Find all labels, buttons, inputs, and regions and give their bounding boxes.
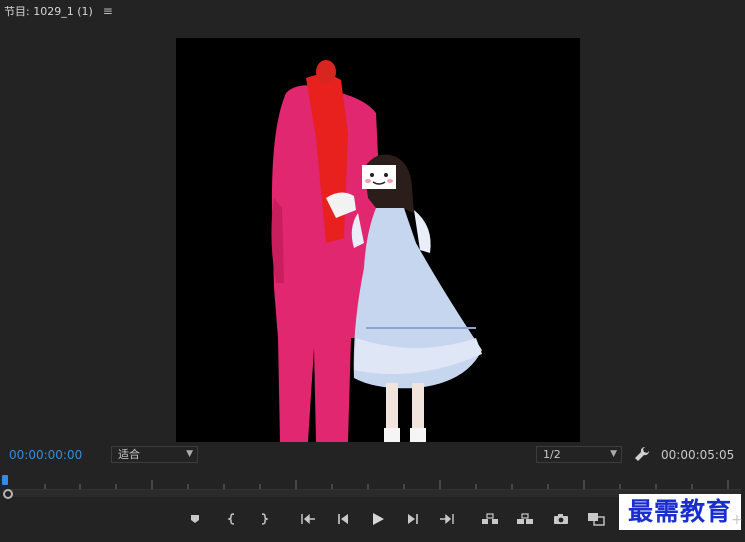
program-monitor-viewer[interactable] [176, 38, 580, 442]
panel-header: 节目: 1029_1 (1) ≡ [0, 0, 745, 22]
panel-title[interactable]: 节目: 1029_1 (1) [4, 3, 93, 19]
go-to-in-icon [301, 513, 315, 525]
step-forward-icon [408, 514, 418, 524]
go-to-out-button[interactable] [436, 509, 458, 529]
zoom-handle[interactable] [3, 489, 13, 499]
go-to-out-icon [440, 513, 454, 525]
comparison-view-icon [588, 513, 605, 526]
step-back-button[interactable] [332, 509, 354, 529]
mark-out-button[interactable] [253, 509, 275, 529]
playback-resolution-value: 1/2 [543, 448, 561, 461]
hamburger-icon[interactable]: ≡ [103, 4, 113, 18]
watermark-logo: 最需教育 [619, 494, 741, 530]
chevron-down-icon: ▼ [610, 449, 617, 459]
play-icon [373, 513, 384, 525]
playhead[interactable] [2, 475, 8, 485]
step-forward-button[interactable] [402, 509, 424, 529]
current-timecode[interactable]: 00:00:00:00 [9, 448, 82, 462]
duration-timecode: 00:00:05:05 [661, 448, 735, 462]
export-frame-icon [554, 514, 568, 524]
lift-button[interactable] [479, 509, 501, 529]
comparison-view-button[interactable] [585, 509, 607, 529]
wrench-icon[interactable] [634, 446, 650, 462]
mark-in-icon [227, 513, 235, 525]
add-marker-icon [191, 515, 199, 523]
lift-icon [482, 513, 498, 524]
step-back-icon [338, 514, 348, 524]
play-button[interactable] [367, 509, 389, 529]
mark-out-icon [261, 513, 269, 525]
add-marker-button[interactable] [184, 509, 206, 529]
mark-in-button[interactable] [221, 509, 243, 529]
video-frame [176, 38, 580, 442]
fit-zoom-value: 适合 [118, 448, 140, 461]
go-to-in-button[interactable] [297, 509, 319, 529]
chevron-down-icon: ▼ [186, 449, 193, 459]
fit-zoom-select[interactable]: 适合 ▼ [111, 446, 198, 463]
plus-icon[interactable]: + [731, 512, 743, 528]
export-frame-button[interactable] [550, 509, 572, 529]
playback-resolution-select[interactable]: 1/2 ▼ [536, 446, 622, 463]
extract-button[interactable] [514, 509, 536, 529]
timecode-bar: 00:00:00:00 适合 ▼ 1/2 ▼ 00:00:05:05 [0, 444, 745, 468]
extract-icon [517, 513, 533, 524]
